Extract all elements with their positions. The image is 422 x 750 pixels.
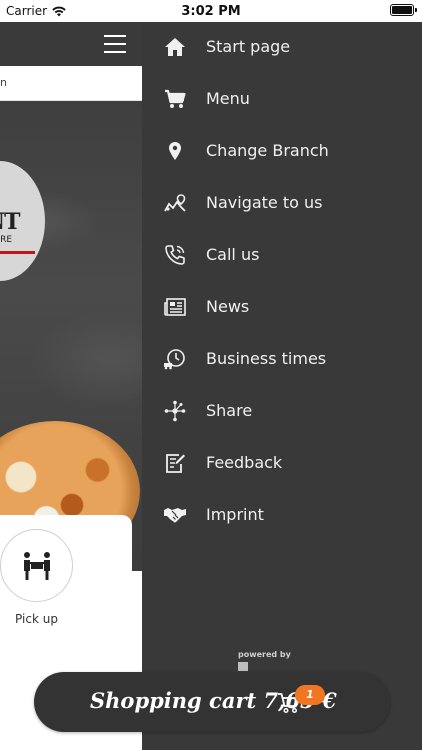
branch-strip[interactable]: n bbox=[0, 66, 142, 101]
drawer-item-business-times[interactable]: Business times bbox=[142, 334, 422, 386]
drawer-item-label: Imprint bbox=[206, 505, 264, 524]
drawer-item-label: Feedback bbox=[206, 453, 283, 472]
status-bar-time: 3:02 PM bbox=[181, 4, 241, 19]
restaurant-logo: NT ORE bbox=[0, 161, 45, 281]
drawer-item-menu[interactable]: Menu bbox=[142, 74, 422, 126]
side-drawer: Start page Menu Change Branch Navigate t… bbox=[142, 22, 422, 750]
battery-icon bbox=[390, 4, 417, 16]
drawer-item-news[interactable]: News bbox=[142, 282, 422, 334]
home-icon bbox=[163, 35, 187, 59]
drawer-item-label: Menu bbox=[206, 89, 250, 108]
app-header bbox=[0, 22, 142, 66]
drawer-item-change-branch[interactable]: Change Branch bbox=[142, 126, 422, 178]
drawer-item-imprint[interactable]: Imprint bbox=[142, 490, 422, 542]
hamburger-menu-icon[interactable] bbox=[104, 35, 126, 53]
cart-count-badge: 1 bbox=[295, 685, 325, 705]
drawer-item-share[interactable]: Share bbox=[142, 386, 422, 438]
drawer-item-label: Share bbox=[206, 401, 253, 420]
newspaper-icon bbox=[163, 295, 187, 319]
clock-delivery-icon bbox=[163, 347, 187, 371]
branch-strip-text: n bbox=[0, 76, 7, 89]
pickup-button[interactable] bbox=[0, 529, 73, 602]
status-bar: Carrier 3:02 PM bbox=[0, 0, 422, 22]
app-background: n NT ORE Pick up bbox=[0, 22, 142, 750]
logo-text: NT bbox=[0, 209, 20, 235]
map-route-icon bbox=[163, 191, 187, 215]
powered-by-label: powered by bbox=[238, 650, 291, 659]
drawer-item-label: Call us bbox=[206, 245, 260, 264]
phone-icon bbox=[163, 243, 187, 267]
shopping-cart-button[interactable]: Shopping cart 7,65 € 1 bbox=[34, 672, 390, 732]
pickup-label: Pick up bbox=[15, 612, 58, 626]
drawer-item-label: Navigate to us bbox=[206, 193, 323, 212]
drawer-item-label: News bbox=[206, 297, 250, 316]
share-icon bbox=[163, 399, 187, 423]
feedback-icon bbox=[163, 451, 187, 475]
drawer-item-label: Business times bbox=[206, 349, 327, 368]
logo-subtext: ORE bbox=[0, 235, 13, 245]
drawer-item-label: Start page bbox=[206, 37, 291, 56]
drawer-item-label: Change Branch bbox=[206, 141, 329, 160]
drawer-item-navigate[interactable]: Navigate to us bbox=[142, 178, 422, 230]
drawer-item-start-page[interactable]: Start page bbox=[142, 22, 422, 74]
drawer-item-call-us[interactable]: Call us bbox=[142, 230, 422, 282]
drawer-item-feedback[interactable]: Feedback bbox=[142, 438, 422, 490]
hero-image: NT ORE bbox=[0, 101, 142, 571]
powered-by-logo bbox=[238, 662, 248, 671]
handshake-icon bbox=[163, 503, 187, 527]
pickup-handover-icon bbox=[23, 551, 50, 580]
location-pin-icon bbox=[163, 139, 187, 163]
cart-icon bbox=[163, 87, 187, 111]
